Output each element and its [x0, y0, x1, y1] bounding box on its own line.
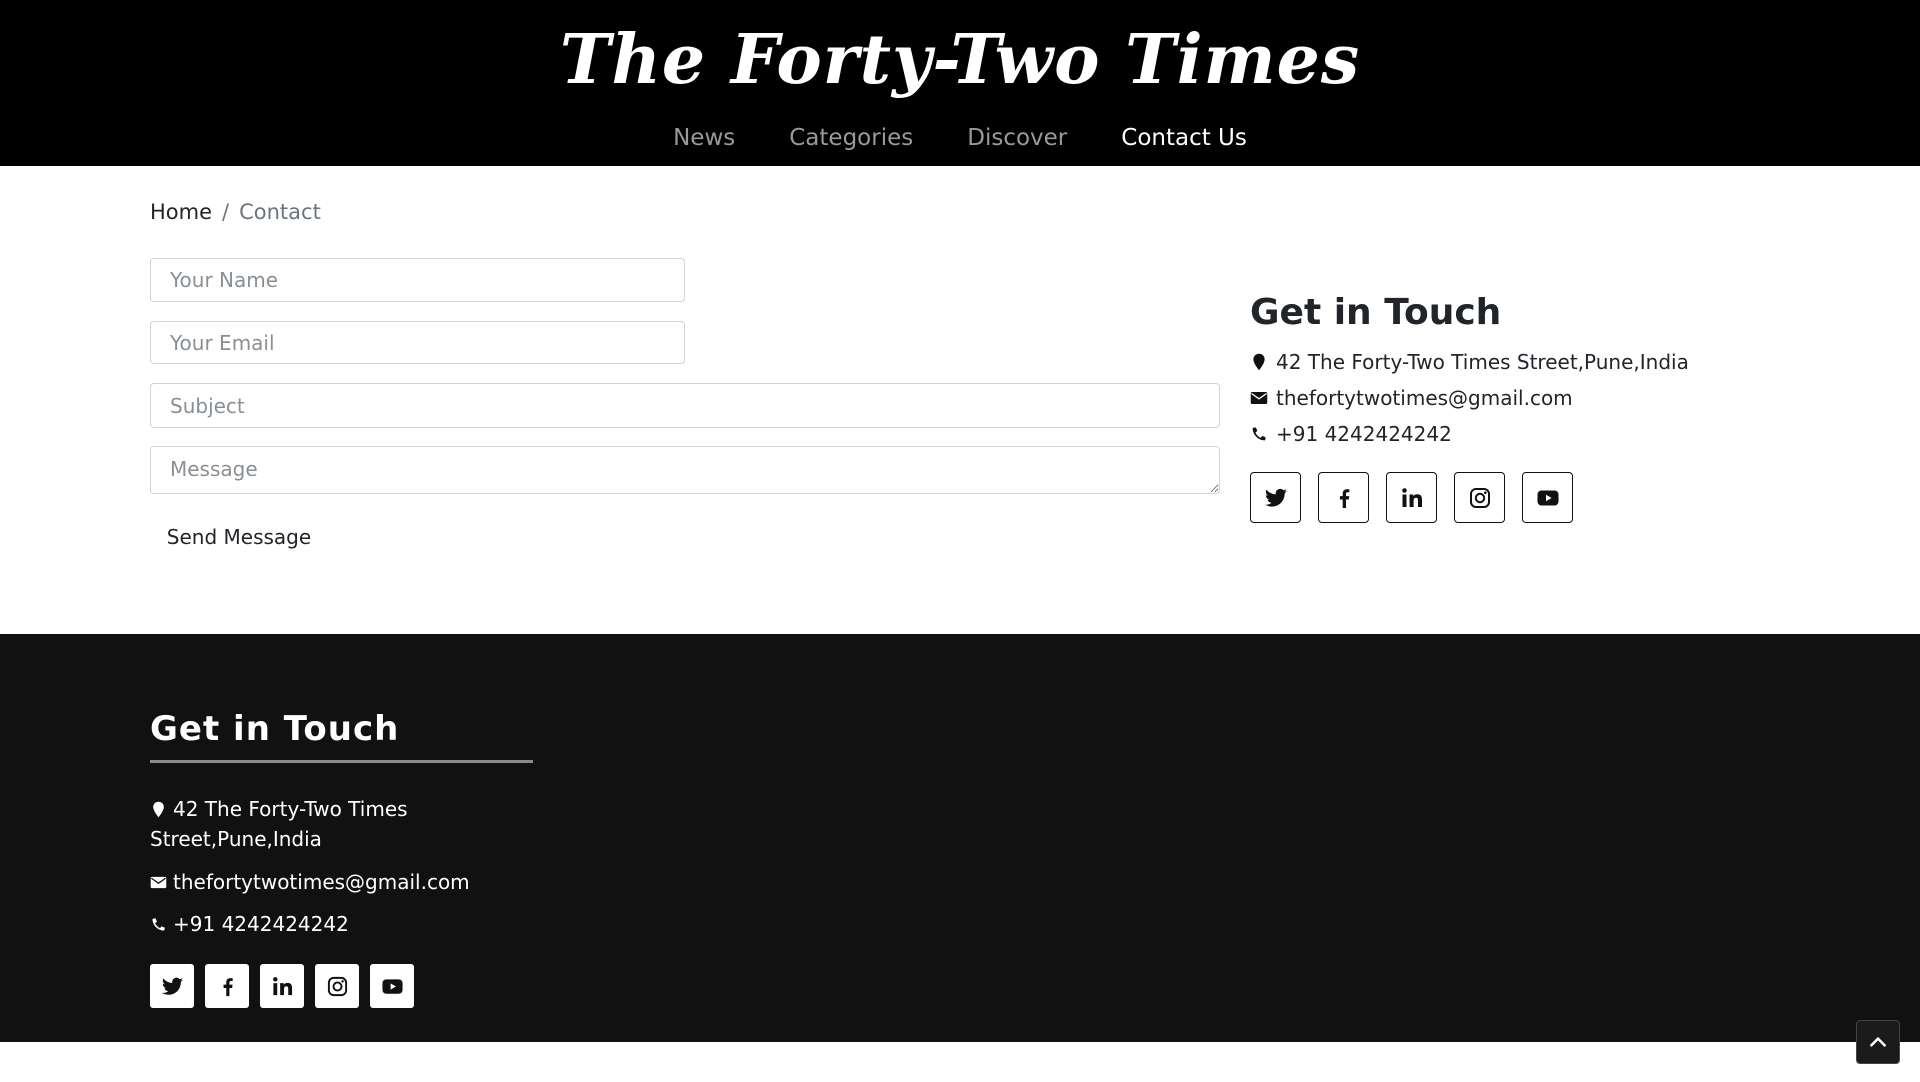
contact-title: Get in Touch	[1250, 292, 1502, 333]
footer-address: 42 The Forty-Two Times Street,Pune,India	[150, 797, 408, 851]
twitter-icon	[161, 977, 183, 995]
footer-phone-row: +91 4242424242	[150, 909, 490, 939]
map-marker-icon	[1253, 353, 1265, 371]
twitter-button[interactable]	[1250, 472, 1301, 523]
footer-email-row: thefortytwotimes@gmail.com	[150, 867, 490, 897]
breadcrumb-current: Contact	[239, 200, 321, 224]
site-footer: Get in Touch 42 The Forty-Two Times Stre…	[0, 634, 1920, 1042]
contact-email-row: thefortytwotimes@gmail.com	[1250, 380, 1810, 416]
contact-address: 42 The Forty-Two Times Street,Pune,India	[1276, 350, 1689, 374]
contact-phone-row: +91 4242424242	[1250, 416, 1810, 452]
instagram-button[interactable]	[1454, 472, 1505, 523]
breadcrumb: Home / Contact	[150, 197, 321, 227]
instagram-icon	[1469, 487, 1490, 508]
footer-youtube-button[interactable]	[370, 964, 414, 1008]
main-nav: News Categories Discover Contact Us	[0, 118, 1920, 158]
youtube-icon	[381, 978, 403, 994]
envelope-icon	[1250, 392, 1268, 404]
footer-address-row: 42 The Forty-Two Times Street,Pune,India	[150, 794, 490, 854]
chevron-up-icon	[1870, 1036, 1886, 1047]
youtube-button[interactable]	[1522, 472, 1573, 523]
nav-item-discover[interactable]: Discover	[967, 118, 1067, 158]
nav-item-contact-us[interactable]: Contact Us	[1121, 118, 1247, 158]
contact-phone[interactable]: +91 4242424242	[1276, 416, 1452, 452]
email-input[interactable]	[150, 321, 685, 364]
footer-title: Get in Touch	[150, 709, 400, 749]
back-to-top-button[interactable]	[1856, 1020, 1900, 1064]
facebook-icon	[223, 977, 233, 996]
instagram-icon	[327, 976, 347, 996]
envelope-icon	[150, 876, 167, 889]
nav-item-news[interactable]: News	[673, 118, 735, 158]
contact-info-panel: Get in Touch 42 The Forty-Two Times Stre…	[1250, 288, 1810, 523]
breadcrumb-home-link[interactable]: Home	[150, 197, 212, 227]
footer-phone[interactable]: +91 4242424242	[173, 912, 349, 936]
footer-title-divider	[150, 760, 533, 763]
linkedin-icon	[272, 976, 292, 995]
footer-email[interactable]: thefortytwotimes@gmail.com	[173, 870, 470, 894]
linkedin-icon	[1401, 487, 1422, 507]
phone-icon	[1252, 427, 1266, 441]
footer-linkedin-button[interactable]	[260, 964, 304, 1008]
subject-input[interactable]	[150, 383, 1220, 428]
contact-address-row: 42 The Forty-Two Times Street,Pune,India	[1250, 344, 1810, 380]
youtube-icon	[1537, 490, 1558, 505]
linkedin-button[interactable]	[1386, 472, 1437, 523]
site-masthead-logo[interactable]: The Forty-Two Times	[0, 10, 1920, 110]
site-header: The Forty-Two Times News Categories Disc…	[0, 0, 1920, 166]
nav-item-categories[interactable]: Categories	[789, 118, 913, 158]
phone-icon	[152, 918, 165, 931]
twitter-icon	[1264, 488, 1287, 507]
contact-email[interactable]: thefortytwotimes@gmail.com	[1276, 380, 1573, 416]
send-message-button[interactable]: Send Message	[150, 518, 328, 556]
facebook-icon	[1339, 488, 1349, 508]
name-input[interactable]	[150, 258, 685, 302]
contact-social-links	[1250, 472, 1810, 523]
footer-social-links	[150, 964, 414, 1008]
facebook-button[interactable]	[1318, 472, 1369, 523]
breadcrumb-separator: /	[222, 200, 230, 224]
footer-facebook-button[interactable]	[205, 964, 249, 1008]
map-marker-icon	[153, 801, 164, 818]
footer-twitter-button[interactable]	[150, 964, 194, 1008]
footer-instagram-button[interactable]	[315, 964, 359, 1008]
message-textarea[interactable]	[150, 446, 1220, 494]
